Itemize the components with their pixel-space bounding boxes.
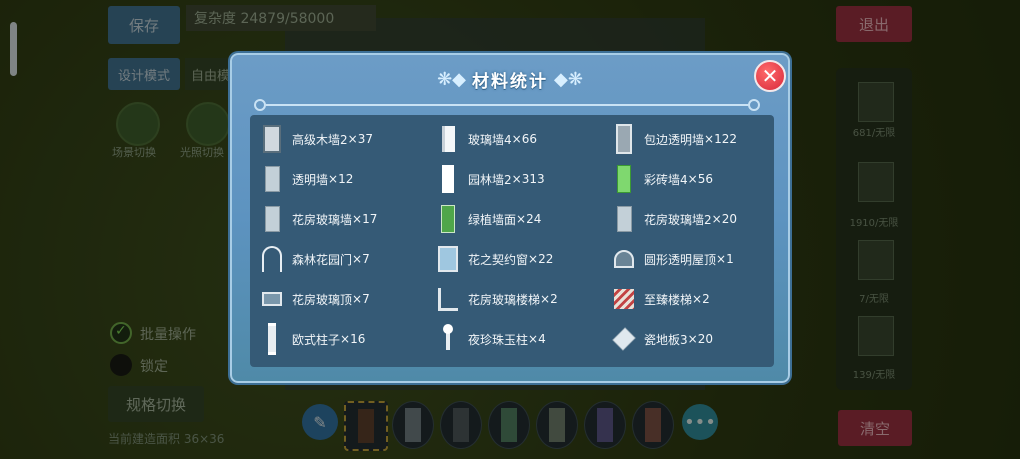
material-item: 园林墙2 ×313 xyxy=(438,161,545,197)
wood-wall-icon xyxy=(262,125,282,153)
material-name: 瓷地板3 xyxy=(644,332,688,347)
material-count: ×122 xyxy=(704,132,737,146)
material-name: 高级木墙2 xyxy=(292,132,348,147)
material-item: 花房玻璃墙2 ×20 xyxy=(614,201,737,237)
material-item: 高级木墙2 ×37 xyxy=(262,121,373,157)
material-count: ×20 xyxy=(711,212,737,226)
material-count: ×16 xyxy=(340,332,366,346)
material-count: ×7 xyxy=(352,252,370,266)
material-item: 欧式柱子 ×16 xyxy=(262,321,365,357)
material-count: ×56 xyxy=(687,172,713,186)
material-count: ×4 xyxy=(528,332,546,346)
material-name: 花房玻璃楼梯 xyxy=(468,292,541,307)
material-count: ×12 xyxy=(328,172,354,186)
garden-wall-icon xyxy=(438,165,458,193)
material-name: 绿植墙面 xyxy=(468,212,517,227)
greenhouse-glass-stairs-icon xyxy=(438,285,458,313)
dialog-title: 材料统计 xyxy=(472,71,548,92)
material-item: 绿植墙面 ×24 xyxy=(438,201,541,237)
material-item: 瓷地板3 ×20 xyxy=(612,321,713,357)
clear-wall-icon xyxy=(262,165,282,193)
material-name: 森林花园门 xyxy=(292,252,353,267)
material-name: 包边透明墙 xyxy=(644,132,705,147)
forest-garden-door-icon xyxy=(262,245,282,273)
material-statistics-dialog: ❋◆ 材料统计 ◆❋ ✕ 高级木墙2 ×37 玻璃墙4 ×66 包边透明墙 ×1… xyxy=(230,53,790,383)
close-icon: ✕ xyxy=(761,64,779,88)
material-name: 花房玻璃顶 xyxy=(292,292,353,307)
material-name: 透明墙 xyxy=(292,172,329,187)
material-count: ×2 xyxy=(692,292,710,306)
round-clear-roof-icon xyxy=(614,245,634,273)
porcelain-floor-icon xyxy=(612,325,636,353)
material-name: 彩砖墙4 xyxy=(644,172,688,187)
material-count: ×37 xyxy=(347,132,373,146)
greenhouse-glass-wall-2-icon xyxy=(614,205,634,233)
title-ornament-right-icon: ◆❋ xyxy=(554,68,583,90)
material-name: 花房玻璃墙 xyxy=(292,212,353,227)
material-item: 玻璃墙4 ×66 xyxy=(438,121,537,157)
material-count: ×22 xyxy=(528,252,554,266)
material-item: 森林花园门 ×7 xyxy=(262,241,370,277)
dialog-header: ❋◆ 材料统计 ◆❋ xyxy=(232,63,788,95)
material-name: 至臻楼梯 xyxy=(644,292,693,307)
material-count: ×24 xyxy=(516,212,542,226)
material-list: 高级木墙2 ×37 玻璃墙4 ×66 包边透明墙 ×122 透明墙 ×12 园林… xyxy=(250,115,774,367)
material-count: ×17 xyxy=(352,212,378,226)
greenhouse-glass-roof-icon xyxy=(262,285,282,313)
material-name: 花之契约窗 xyxy=(468,252,529,267)
framed-glass-wall-icon xyxy=(614,124,634,154)
material-count: ×66 xyxy=(511,132,537,146)
material-item: 包边透明墙 ×122 xyxy=(614,121,737,157)
material-count: ×1 xyxy=(716,252,734,266)
material-item: 夜珍珠玉柱 ×4 xyxy=(438,321,546,357)
european-pillar-icon xyxy=(262,323,282,355)
material-count: ×2 xyxy=(540,292,558,306)
material-name: 欧式柱子 xyxy=(292,332,341,347)
title-ornament-left-icon: ❋◆ xyxy=(437,68,466,90)
material-count: ×7 xyxy=(352,292,370,306)
material-name: 夜珍珠玉柱 xyxy=(468,332,529,347)
green-plant-wall-icon xyxy=(438,205,458,233)
material-name: 园林墙2 xyxy=(468,172,512,187)
material-count: ×313 xyxy=(511,172,545,186)
material-item: 花房玻璃楼梯 ×2 xyxy=(438,281,558,317)
material-item: 透明墙 ×12 xyxy=(262,161,353,197)
material-item: 圆形透明屋顶 ×1 xyxy=(614,241,734,277)
material-item: 彩砖墙4 ×56 xyxy=(614,161,713,197)
material-name: 圆形透明屋顶 xyxy=(644,252,717,267)
material-item: 花房玻璃墙 ×17 xyxy=(262,201,377,237)
material-name: 花房玻璃墙2 xyxy=(644,212,712,227)
title-divider xyxy=(254,99,760,111)
material-name: 玻璃墙4 xyxy=(468,132,512,147)
material-item: 花房玻璃顶 ×7 xyxy=(262,281,370,317)
greenhouse-glass-wall-icon xyxy=(262,205,282,233)
flower-window-icon xyxy=(438,245,458,273)
material-count: ×20 xyxy=(687,332,713,346)
night-pearl-pillar-icon xyxy=(438,325,458,353)
colored-brick-wall-icon xyxy=(614,165,634,193)
material-item: 至臻楼梯 ×2 xyxy=(614,281,710,317)
glass-wall-icon xyxy=(438,125,458,153)
supreme-stairs-icon xyxy=(614,285,634,313)
close-button[interactable]: ✕ xyxy=(754,60,786,92)
material-item: 花之契约窗 ×22 xyxy=(438,241,553,277)
